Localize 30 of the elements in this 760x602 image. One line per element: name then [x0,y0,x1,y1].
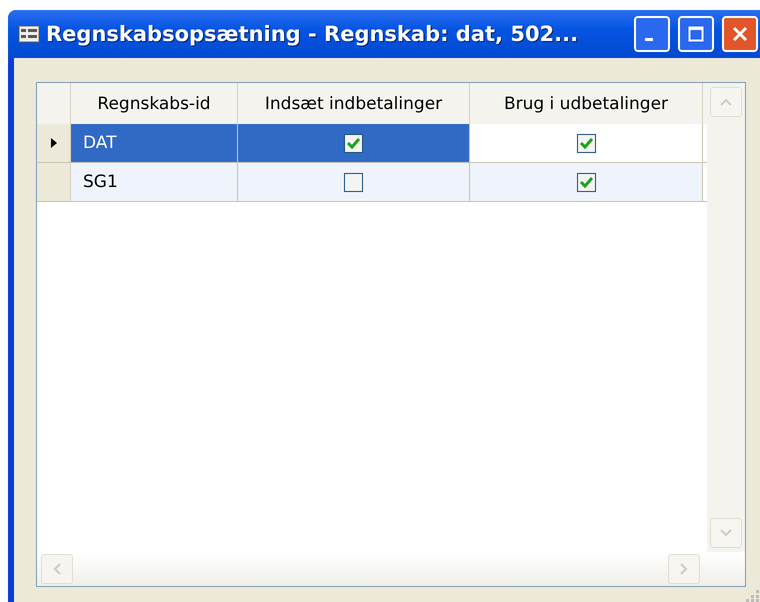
scroll-right-button[interactable] [668,554,700,584]
checkbox[interactable] [344,134,363,152]
table-cell[interactable]: SG1 [71,163,238,201]
current-row-icon [50,138,56,148]
table-cell[interactable]: DAT [71,124,238,162]
chevron-down-icon [719,528,733,538]
window-title: Regnskabsopsætning - Regnskab: dat, 502... [46,22,580,46]
minimize-button[interactable] [634,16,670,52]
vertical-scrollbar[interactable] [707,83,745,552]
maximize-icon [688,26,704,42]
close-button[interactable] [722,16,758,52]
scroll-left-button[interactable] [41,554,73,584]
resize-grip[interactable] [746,588,760,602]
scroll-down-button[interactable] [710,518,742,548]
scroll-up-button[interactable] [710,87,742,117]
chevron-up-icon [719,97,733,107]
checkbox[interactable] [576,134,596,152]
horizontal-scrollbar[interactable] [37,552,745,586]
chevron-right-icon [679,562,689,576]
maximize-button[interactable] [678,16,714,52]
table-cell[interactable] [238,163,470,201]
table-cell[interactable] [238,124,470,162]
row-header[interactable] [37,124,71,162]
close-icon [732,26,748,42]
table-cell[interactable] [470,163,703,201]
checkbox[interactable] [344,172,363,192]
checkbox[interactable] [576,172,596,192]
chevron-left-icon [52,562,62,576]
minimize-icon [645,38,653,40]
form-icon [18,25,40,43]
